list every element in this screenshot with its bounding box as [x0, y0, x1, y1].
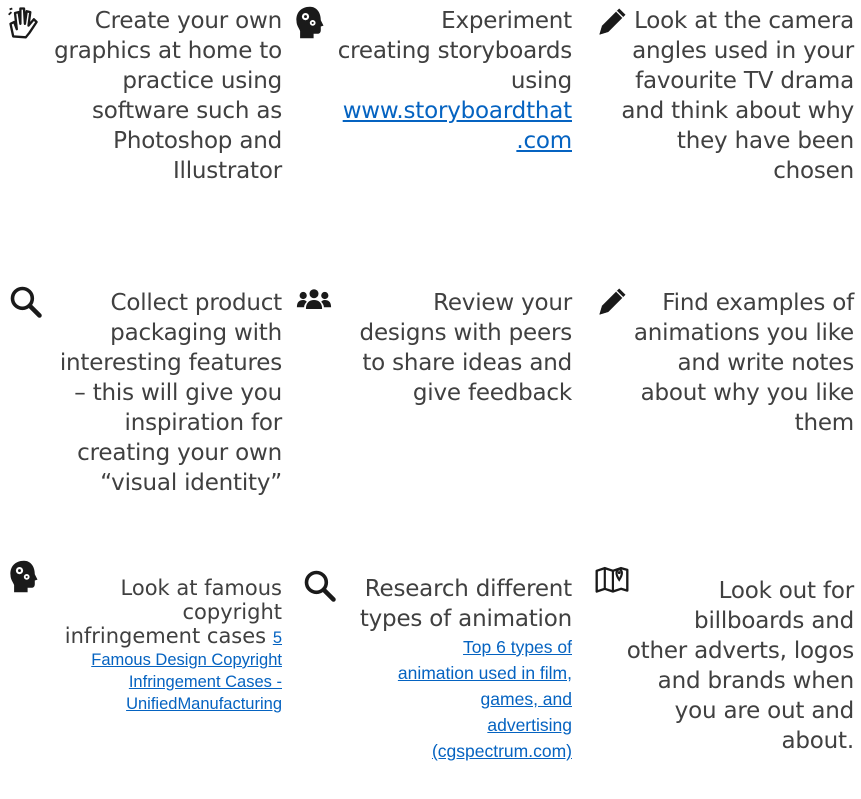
tip-line: and brands when — [657, 668, 855, 694]
tip-line: creating your own — [77, 440, 282, 466]
animation-types-link[interactable]: (cgspectrum.com) — [310, 738, 572, 764]
tip-line: they have been — [676, 128, 854, 154]
tip-line: chosen — [773, 158, 854, 184]
tip-line: copyright — [182, 600, 283, 624]
copyright-cases-link[interactable]: 5 — [273, 629, 282, 647]
tip-animation-types: Research different types of animation To… — [310, 574, 572, 764]
tip-line: give feedback — [412, 380, 572, 406]
tip-line: creating storyboards — [337, 38, 572, 64]
tip-line: and think about why — [621, 98, 854, 124]
tip-line: inspiration for — [124, 410, 283, 436]
animation-types-link[interactable]: advertising — [310, 712, 572, 738]
animation-types-link[interactable]: animation used in film, — [310, 660, 572, 686]
tip-line: favourite TV drama — [635, 68, 854, 94]
tip-line: billboards and — [694, 608, 854, 634]
tip-line: Illustrator — [172, 158, 282, 184]
tip-review-designs: Review your designs with peers to share … — [310, 288, 573, 408]
tip-line: to share ideas and — [362, 350, 572, 376]
tip-line: Look at the camera — [634, 8, 854, 34]
tip-line: Research different — [364, 576, 572, 602]
tip-line: them — [794, 410, 855, 436]
tip-line: “visual identity” — [100, 470, 282, 496]
tip-line: Experiment — [441, 8, 572, 34]
tip-line: Look at famous — [120, 576, 282, 600]
tip-line: designs with peers — [359, 320, 573, 346]
tip-product-packaging: Collect product packaging with interesti… — [30, 288, 282, 498]
copyright-cases-link[interactable]: Famous Design Copyright — [30, 649, 282, 671]
tip-line: types of animation — [359, 606, 572, 632]
tip-line: Collect product — [110, 290, 283, 316]
tip-line: other adverts, logos — [626, 638, 854, 664]
tip-camera-angles: Look at the camera angles used in your f… — [600, 6, 854, 186]
copyright-cases-link[interactable]: Infringement Cases - — [30, 671, 282, 693]
storyboardthat-link[interactable]: www.storyboardthat — [310, 96, 573, 126]
tip-line: infringement cases — [64, 624, 267, 648]
tip-line: about why you like — [640, 380, 855, 406]
tip-line: Create your own — [94, 8, 282, 34]
tip-line: graphics at home to — [54, 38, 282, 64]
tip-line: about. — [781, 728, 855, 754]
tip-line: software such as — [91, 98, 282, 124]
tip-line: you are out and — [674, 698, 855, 724]
tip-line: packaging with — [110, 320, 282, 346]
tip-billboards: Look out for billboards and other advert… — [600, 576, 854, 756]
tip-line: Find examples of — [662, 290, 854, 316]
tip-animations: Find examples of animations you like and… — [600, 288, 854, 438]
tip-storyboards: Experiment creating storyboards using ww… — [310, 6, 572, 156]
tip-line: practice using — [122, 68, 282, 94]
animation-types-link[interactable]: games, and — [310, 686, 572, 712]
tip-line: and write notes — [677, 350, 854, 376]
tip-line: – this will give you — [74, 380, 282, 406]
copyright-cases-link[interactable]: UnifiedManufacturing — [30, 693, 282, 715]
tip-line: interesting features — [59, 350, 282, 376]
animation-types-link[interactable]: Top 6 types of — [310, 634, 572, 660]
storyboardthat-link[interactable]: .com — [310, 126, 572, 156]
tip-line: angles used in your — [632, 38, 854, 64]
tip-line: animations you like — [633, 320, 854, 346]
tip-line: Look out for — [718, 578, 855, 604]
tip-copyright-cases: Look at famous copyright infringement ca… — [30, 576, 282, 715]
tip-line: Review your — [433, 290, 572, 316]
tip-create-graphics: Create your own graphics at home to prac… — [30, 6, 282, 186]
tip-line: Photoshop and — [113, 128, 282, 154]
tip-line: using — [510, 68, 572, 94]
